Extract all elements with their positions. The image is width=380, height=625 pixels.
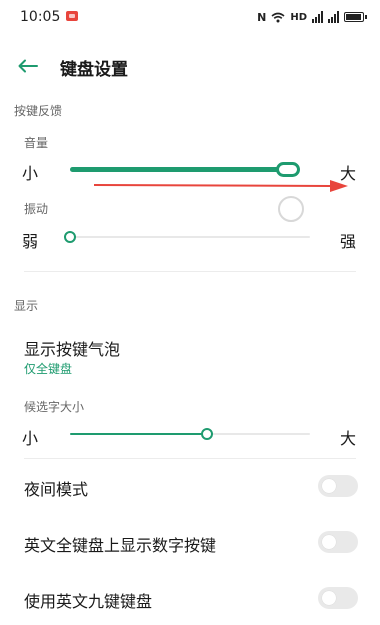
status-time: 10:05: [20, 9, 61, 25]
back-button[interactable]: [14, 53, 42, 79]
vibration-label: 振动: [24, 202, 49, 216]
section-label-feedback: 按键反馈: [14, 104, 63, 118]
key-bubble-subtitle: 仅全键盘: [24, 362, 73, 376]
page-title: 键盘设置: [60, 60, 128, 80]
volume-slider[interactable]: [70, 162, 300, 177]
candidate-size-slider[interactable]: [70, 428, 310, 440]
volume-max-label: 大: [340, 164, 357, 183]
nine-key-toggle[interactable]: [318, 587, 358, 609]
volume-min-label: 小: [22, 164, 39, 183]
vibration-slider-thumb[interactable]: [64, 231, 76, 243]
nine-key-label: 使用英文九键键盘: [24, 592, 153, 611]
night-mode-toggle[interactable]: [318, 475, 358, 497]
toggle-knob: [322, 535, 336, 549]
candidate-size-min-label: 小: [22, 429, 39, 448]
key-bubble-setting[interactable]: 显示按键气泡 仅全键盘: [0, 326, 380, 382]
candidate-size-label: 候选字大小: [24, 400, 85, 414]
touch-indicator: [278, 196, 304, 222]
candidate-size-max-label: 大: [340, 429, 357, 448]
wifi-icon: [271, 12, 285, 22]
volume-slider-thumb[interactable]: [276, 162, 300, 177]
key-bubble-title: 显示按键气泡: [24, 340, 121, 359]
status-bar: 10:05 N HD: [0, 0, 380, 34]
toggle-knob: [322, 479, 336, 493]
network-type: HD: [290, 11, 307, 23]
divider: [24, 458, 356, 459]
night-mode-label: 夜间模式: [24, 480, 89, 499]
arrow-left-icon: [18, 59, 38, 73]
divider: [24, 271, 356, 272]
show-numbers-label: 英文全键盘上显示数字按键: [24, 536, 217, 555]
vibration-slider[interactable]: [64, 231, 310, 243]
battery-icon: [344, 12, 367, 22]
show-numbers-toggle[interactable]: [318, 531, 358, 553]
signal-icon: [328, 11, 339, 23]
candidate-size-slider-fill: [70, 433, 207, 435]
volume-label: 音量: [24, 136, 49, 150]
nfc-icon: N: [257, 10, 267, 24]
toggle-knob: [322, 591, 336, 605]
section-label-display: 显示: [14, 299, 39, 313]
record-icon: [66, 11, 78, 21]
signal-icon: [312, 11, 323, 23]
vibration-max-label: 强: [340, 232, 357, 251]
candidate-size-slider-thumb[interactable]: [201, 428, 213, 440]
status-icons: N HD: [257, 9, 367, 25]
vibration-min-label: 弱: [22, 232, 39, 251]
volume-slider-fill: [70, 167, 298, 172]
